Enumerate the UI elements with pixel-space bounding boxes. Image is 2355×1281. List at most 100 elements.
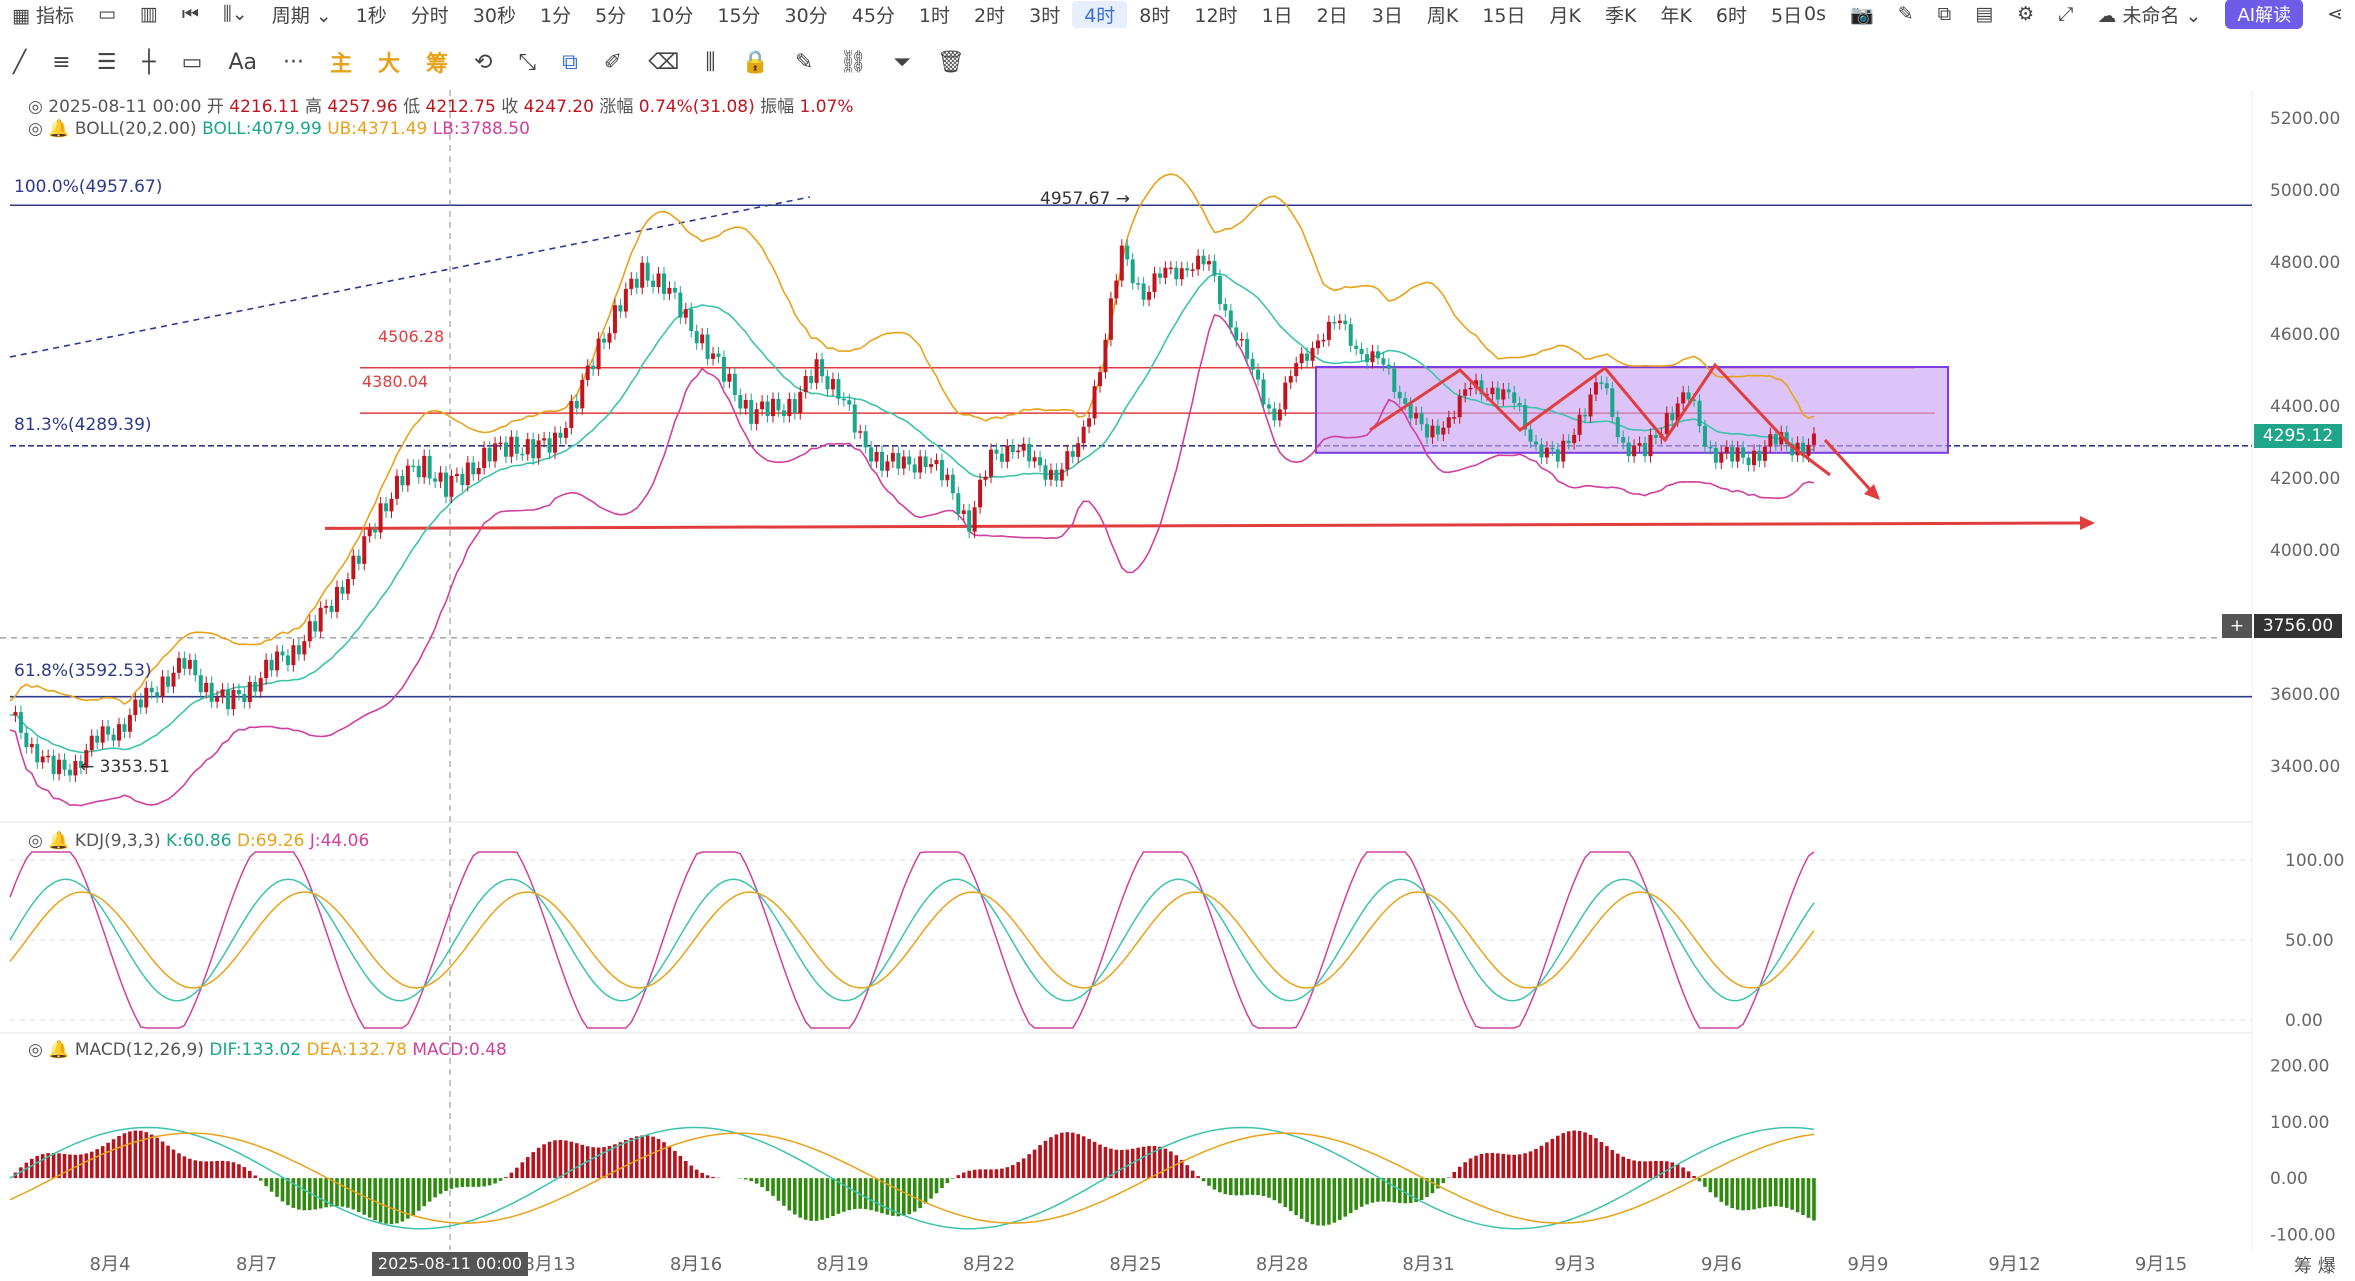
candle (1621, 437, 1626, 443)
candle (18, 712, 23, 733)
candle (149, 687, 154, 693)
candle (798, 392, 803, 414)
macd-bar (1005, 1167, 1010, 1179)
candle (269, 659, 274, 671)
candle (220, 689, 225, 698)
x-tick-label: 9月15 (2135, 1254, 2187, 1275)
eye-icon[interactable]: ◎ (28, 831, 43, 851)
macd-bar (700, 1172, 704, 1179)
macd-bar (493, 1178, 497, 1184)
macd-bar (275, 1178, 279, 1197)
macd-bar (1016, 1162, 1021, 1179)
candle (1408, 403, 1413, 419)
candle (1375, 351, 1380, 359)
macd-bar (874, 1178, 879, 1212)
candle (367, 529, 372, 537)
macd-bar (1321, 1178, 1326, 1226)
burst-button[interactable]: 爆 (2318, 1256, 2336, 1277)
candle (1196, 255, 1201, 270)
candle (1686, 392, 1691, 400)
macd-bar (193, 1160, 198, 1179)
candle (961, 510, 966, 514)
macd-bar (1692, 1176, 1696, 1179)
kdj-k: K:60.86 (166, 831, 232, 851)
macd-bar (476, 1178, 481, 1187)
macd-bar (1365, 1178, 1369, 1205)
candle (967, 510, 972, 532)
macd-bar (1686, 1171, 1691, 1179)
candle (602, 338, 607, 343)
candle (847, 400, 852, 405)
candle (296, 645, 301, 655)
candle (645, 262, 650, 281)
arrow-head (2080, 516, 2095, 530)
candle (493, 443, 498, 462)
candle (721, 356, 726, 382)
candle (956, 493, 961, 514)
macd-bar (40, 1154, 45, 1179)
macd-info: ◎ 🔔 MACD(12,26,9) DIF:133.02 DEA:132.78 … (28, 1040, 507, 1060)
macd-bar (967, 1170, 971, 1179)
macd-bar (852, 1178, 857, 1210)
macd-bar (1784, 1178, 1789, 1208)
kdj-tick-label: 100.00 (2285, 851, 2344, 871)
macd-bar (1250, 1178, 1255, 1195)
macd-bar (100, 1146, 105, 1179)
chip-button[interactable]: 筹 (2294, 1256, 2312, 1277)
macd-bar (820, 1178, 824, 1220)
candle (1359, 348, 1364, 355)
macd-bar (438, 1178, 443, 1194)
x-tick-label: 9月6 (1701, 1254, 1742, 1275)
macd-bar (1332, 1178, 1337, 1223)
x-tick-label: 8月22 (963, 1254, 1015, 1275)
macd-bar (422, 1178, 426, 1207)
macd-bar (1092, 1141, 1097, 1179)
candle (1653, 434, 1658, 438)
boll-lb: LB:3788.50 (432, 119, 530, 139)
macd-bar (536, 1147, 541, 1179)
macd-bar (226, 1161, 230, 1179)
candle (51, 755, 56, 775)
macd-bar (111, 1139, 116, 1179)
macd-bar (1288, 1178, 1293, 1212)
eye-icon[interactable]: ◎ (28, 97, 43, 117)
macd-bar (613, 1144, 617, 1179)
candle (13, 712, 18, 716)
candle (1599, 382, 1604, 384)
macd-bar (1081, 1136, 1086, 1179)
candle (318, 607, 323, 632)
candle (182, 658, 187, 669)
candle (487, 447, 492, 462)
macd-dif-line (9, 1126, 1815, 1230)
eye-icon[interactable]: ◎ (28, 1040, 43, 1060)
macd-bar (1392, 1178, 1397, 1203)
candle (1811, 433, 1816, 445)
macd-bar (793, 1178, 797, 1215)
macd-bar (902, 1178, 906, 1216)
candle (1048, 469, 1053, 480)
candle (1337, 320, 1342, 324)
macd-bar (1278, 1178, 1282, 1204)
macd-bar (313, 1178, 317, 1210)
candle (536, 440, 541, 459)
bell-icon[interactable]: 🔔 (48, 831, 69, 851)
macd-bar (498, 1178, 503, 1181)
candle (662, 273, 666, 294)
low-value: 4212.75 (425, 97, 496, 117)
candle (803, 375, 808, 393)
bell-icon[interactable]: 🔔 (48, 119, 69, 139)
eye-icon[interactable]: ◎ (28, 119, 43, 139)
candle (596, 338, 601, 370)
macd-bar (1283, 1178, 1288, 1208)
macd-bar (553, 1140, 557, 1179)
candle (1114, 280, 1119, 299)
boll-name: BOLL(20,2.00) (74, 119, 197, 139)
bell-icon[interactable]: 🔔 (48, 1040, 69, 1060)
candle (155, 692, 160, 697)
add-level-icon[interactable]: + (2222, 614, 2252, 638)
macd-bar (1812, 1178, 1816, 1221)
price-chart[interactable]: 3400.00 3600.00 4000.00 4200.00 4400.00 4600.… (0, 0, 2355, 1281)
macd-bar (117, 1135, 121, 1179)
price-tick-label: 4200.00 (2270, 469, 2340, 489)
open-label: 开 (206, 97, 224, 117)
